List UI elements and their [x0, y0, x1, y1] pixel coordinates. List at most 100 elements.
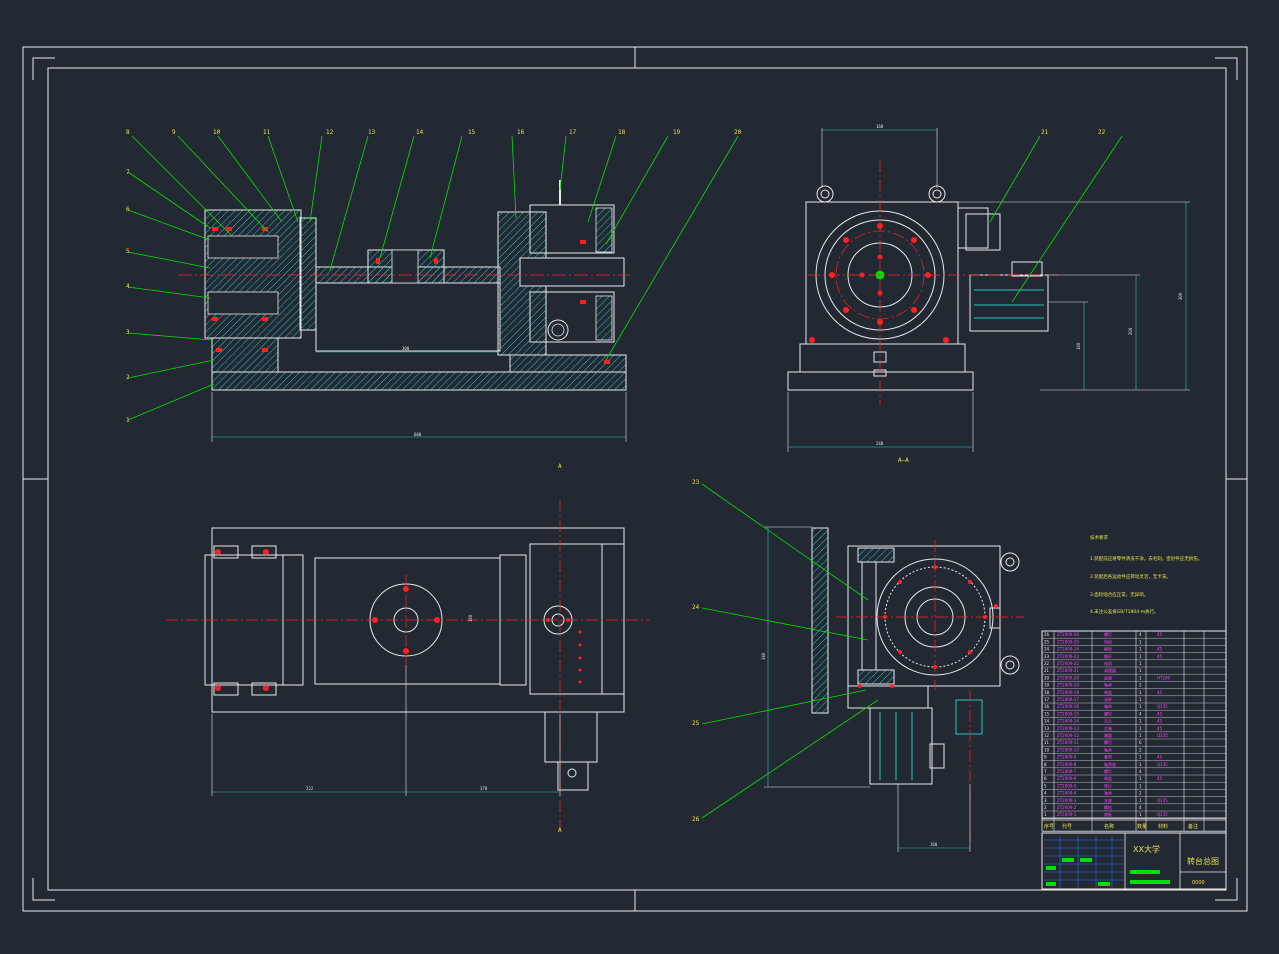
bom-name: 螺钉 [1104, 739, 1112, 745]
bom-header-cell: 材料 [1158, 823, 1168, 830]
bom-code: ZT2009-13 [1057, 726, 1079, 731]
bom-name: 套筒 [1104, 754, 1112, 760]
bom-qty: 4 [1139, 632, 1142, 637]
bom-name: 蜗轮 [1104, 646, 1112, 652]
right-section-dims [764, 526, 971, 852]
bom-code: ZT2009-7 [1057, 769, 1077, 774]
bom-material: Q235 [1157, 704, 1168, 709]
bom-qty: 1 [1139, 733, 1142, 738]
right-leaders [701, 483, 879, 819]
bom-name: 蜗杆 [1104, 653, 1112, 659]
balloons-top: 8 9 10 11 12 13 14 15 16 17 18 19 20 [126, 129, 742, 136]
bom-code: ZT2009-17 [1057, 697, 1079, 702]
bom-name: 底板 [1104, 811, 1112, 817]
bom-qty: 1 [1139, 661, 1142, 666]
bom-index: 5 [1044, 783, 1047, 788]
bom-name: 端盖 [1104, 775, 1112, 781]
bom-index: 8 [1044, 762, 1047, 767]
bom-qty: 1 [1139, 675, 1142, 680]
notes-title: 技术要求 [1090, 534, 1108, 541]
bom-header-cell: 名称 [1104, 823, 1114, 830]
bom-index: 3 [1044, 798, 1047, 803]
balloon-24: 24 [692, 604, 700, 611]
bom-qty: 4 [1139, 711, 1142, 716]
bom-code: ZT2009-25 [1057, 639, 1079, 644]
bom-header-cell: 代号 [1062, 823, 1072, 830]
bom-header-cell: 备注 [1188, 823, 1198, 830]
bom-code: ZT2009-26 [1057, 632, 1079, 637]
dim-side-height-c: 160 [1076, 342, 1081, 350]
bom-material: 45 [1157, 632, 1163, 637]
bom-code: ZT2009-3 [1057, 798, 1077, 803]
balloon-19: 19 [673, 129, 681, 136]
bom-index: 7 [1044, 769, 1047, 774]
balloon-18: 18 [618, 129, 626, 136]
bom-material: 45 [1157, 690, 1163, 695]
side-leaders [989, 135, 1123, 303]
bom-index: 6 [1044, 776, 1047, 781]
balloon-7: 7 [126, 169, 130, 176]
technical-notes: 技术要求 1.装配前应将零件清洗干净，去毛刺，密封件应无损伤。 2.装配后各运动… [1090, 534, 1202, 615]
bom-qty: 2 [1139, 747, 1142, 752]
note-1: 1.装配前应将零件清洗干净，去毛刺，密封件应无损伤。 [1090, 555, 1202, 562]
bom-qty: 1 [1139, 690, 1142, 695]
bom-name: 电机 [1104, 660, 1112, 666]
bom-qty: 1 [1139, 726, 1142, 731]
bom-header-cell: 数量 [1137, 823, 1147, 830]
bom-qty: 1 [1139, 639, 1142, 644]
balloon-1: 1 [126, 417, 130, 424]
bom-index: 22 [1044, 661, 1050, 666]
bom-code: ZT2009-5 [1057, 783, 1077, 788]
bom-name: 底座 [1104, 674, 1112, 680]
balloon-17: 17 [569, 129, 577, 136]
title-block: XX大学 转台总图 0000 [1041, 819, 1227, 890]
bom-code: ZT2009-6 [1057, 776, 1077, 781]
bom-code: ZT2009-1 [1057, 812, 1077, 817]
bom-qty: 4 [1139, 805, 1142, 810]
bom-qty: 1 [1139, 668, 1142, 673]
bom-index: 9 [1044, 755, 1047, 760]
bom-index: 23 [1044, 654, 1050, 659]
bom-index: 19 [1044, 683, 1050, 688]
plan-view [204, 527, 625, 791]
dim-front-overall: 600 [414, 432, 422, 437]
bom-material: Q235 [1157, 798, 1168, 803]
bom-code: ZT2009-15 [1057, 711, 1079, 716]
dim-plan-a: 222 [306, 786, 314, 791]
bom-code: ZT2009-14 [1057, 719, 1079, 724]
balloon-10: 10 [213, 129, 221, 136]
bom-material: Q235 [1157, 812, 1168, 817]
dim-plan-c: 160 [468, 614, 473, 622]
balloon-14: 14 [416, 129, 424, 136]
bom-code: ZT2009-21 [1057, 668, 1079, 673]
bom-index: 24 [1044, 647, 1050, 652]
balloon-25: 25 [692, 720, 700, 727]
bom-name: 螺栓 [1104, 804, 1112, 810]
bom-qty: 1 [1139, 755, 1142, 760]
bom-index: 14 [1044, 719, 1050, 724]
bom-code: ZT2009-22 [1057, 661, 1079, 666]
bom-name: 支座 [1104, 797, 1112, 803]
bom-header-cell: 序号 [1044, 823, 1054, 830]
dim-side-height-a: 300 [1178, 292, 1183, 300]
bom-material: 45 [1157, 726, 1163, 731]
bom-code: ZT2009-23 [1057, 654, 1079, 659]
balloon-4: 4 [126, 283, 130, 290]
dim-side-height-b: 200 [1128, 327, 1133, 335]
dim-right-bottom: 160 [930, 842, 938, 847]
bom-index: 17 [1044, 697, 1050, 702]
title-block-school: XX大学 [1133, 844, 1160, 854]
dim-right-height: 340 [761, 652, 766, 660]
bom-qty: 1 [1139, 812, 1142, 817]
bom-name: 螺钉 [1104, 631, 1112, 637]
bom-qty: 2 [1139, 683, 1142, 688]
bom-name: 电机 [1104, 638, 1112, 644]
bom-name: 端盖 [1104, 689, 1112, 695]
bom-index: 15 [1044, 711, 1050, 716]
balloon-12: 12 [326, 129, 334, 136]
bom-code: ZT2009-10 [1057, 747, 1079, 752]
bom-material: Q235 [1157, 733, 1168, 738]
bom-qty: 1 [1139, 654, 1142, 659]
side-view [787, 185, 1049, 391]
bill-of-materials: 2 6 ZT2009-26 螺钉 4 45 2 5 ZT2009-25 电机 1 24 ZT2009-2… [1041, 630, 1227, 832]
